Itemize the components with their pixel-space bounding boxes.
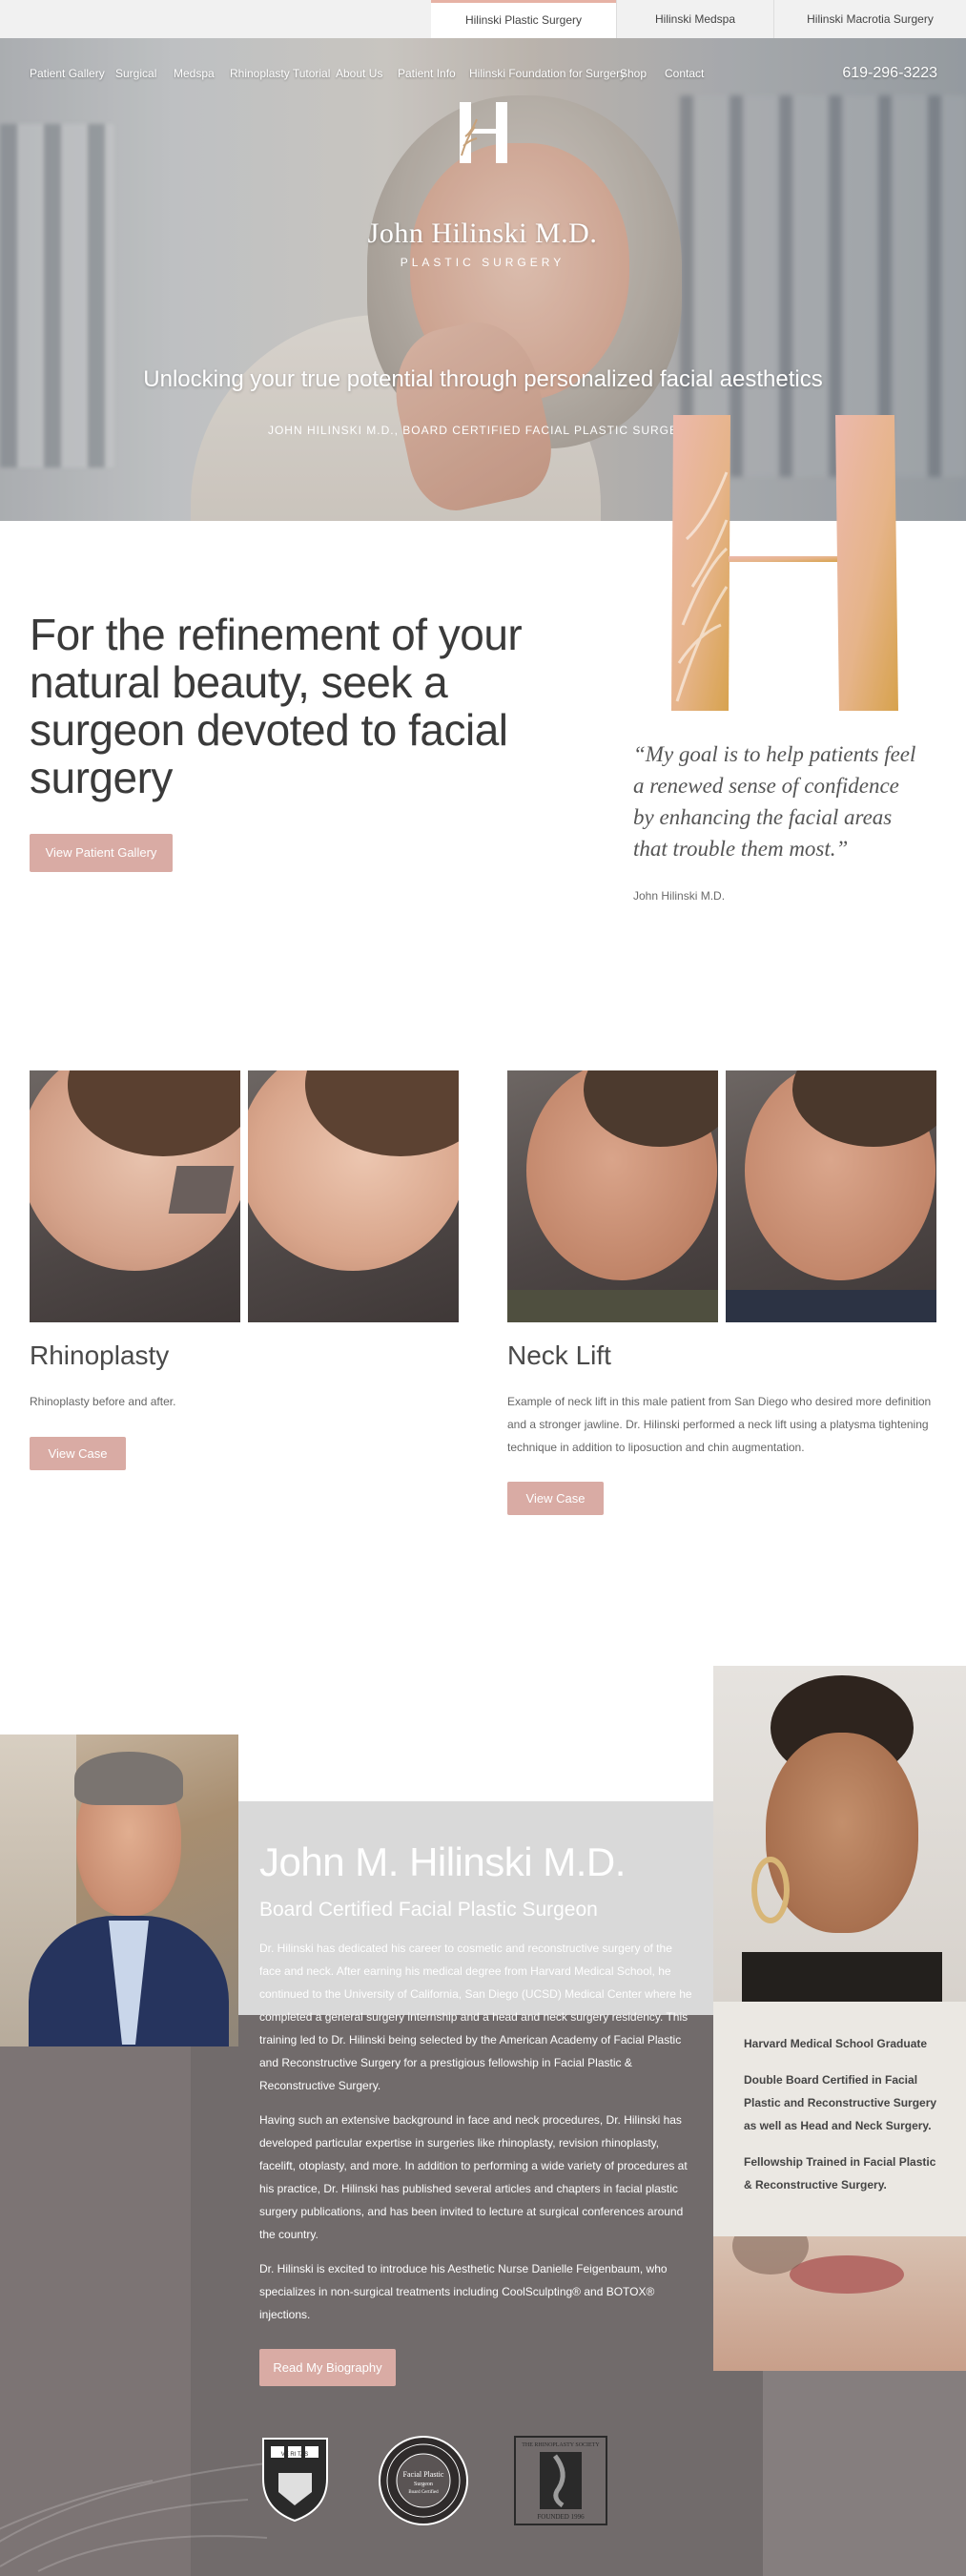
rhino-society-name: THE RHINOPLASTY SOCIETY bbox=[522, 2442, 600, 2448]
rhinoplasty-after-photo[interactable] bbox=[248, 1070, 459, 1322]
necklift-before-photo[interactable] bbox=[507, 1070, 718, 1322]
rhino-society-founded: FOUNDED 1996 bbox=[537, 2513, 585, 2521]
bio-paragraph: Dr. Hilinski has dedicated his career to… bbox=[259, 1942, 692, 2092]
site-switcher: Hilinski Plastic Surgery Hilinski Medspa… bbox=[0, 0, 966, 38]
case-description-necklift: Example of neck lift in this male patien… bbox=[507, 1395, 932, 1454]
nav-item-rhinoplasty-tutorial[interactable]: Rhinoplasty Tutorial bbox=[230, 67, 330, 80]
bio-name: John M. Hilinski M.D. bbox=[259, 1839, 626, 1884]
nav-item-surgical[interactable]: Surgical bbox=[115, 67, 156, 80]
board-certified-seal-icon: Facial Plastic Surgeon Board Certified bbox=[379, 2436, 468, 2525]
board-seal-line2: Surgeon bbox=[414, 2482, 433, 2487]
intro-heading: For the refinement of your natural beaut… bbox=[30, 610, 523, 802]
harvard-shield-icon: VE RI TAS bbox=[262, 2438, 328, 2523]
view-case-rhinoplasty-button[interactable]: View Case bbox=[30, 1437, 126, 1470]
necklift-after-photo[interactable] bbox=[726, 1070, 936, 1322]
quote-author: John Hilinski M.D. bbox=[633, 889, 726, 903]
nav-item-foundation[interactable]: Hilinski Foundation for Surgery bbox=[469, 67, 626, 80]
hero-tagline: Unlocking your true potential through pe… bbox=[143, 366, 823, 392]
rhinoplasty-before-photo[interactable] bbox=[30, 1070, 240, 1322]
case-title-necklift: Neck Lift bbox=[507, 1340, 611, 1370]
case-description-rhinoplasty: Rhinoplasty before and after. bbox=[30, 1395, 176, 1408]
bio-title: Board Certified Facial Plastic Surgeon bbox=[259, 1899, 598, 1921]
board-seal-line1: Facial Plastic bbox=[403, 2470, 444, 2479]
nav-item-patient-gallery[interactable]: Patient Gallery bbox=[30, 67, 105, 80]
case-title-rhinoplasty: Rhinoplasty bbox=[30, 1340, 170, 1370]
doctor-quote: “My goal is to help patients feel a rene… bbox=[633, 742, 916, 861]
logo-h-icon[interactable] bbox=[454, 98, 513, 167]
decorative-h-icon bbox=[671, 415, 898, 711]
nav-item-medspa[interactable]: Medspa bbox=[174, 67, 215, 80]
read-biography-button[interactable]: Read My Biography bbox=[259, 2349, 396, 2386]
board-seal-line3: Board Certified bbox=[408, 2490, 439, 2495]
site-tab-macrotia[interactable]: Hilinski Macrotia Surgery bbox=[773, 0, 966, 38]
view-case-necklift-button[interactable]: View Case bbox=[507, 1482, 604, 1515]
site-tab-medspa[interactable]: Hilinski Medspa bbox=[616, 0, 773, 38]
bio-dark-panel-right bbox=[763, 2371, 966, 2576]
bio-paragraph: Dr. Hilinski is excited to introduce his… bbox=[259, 2262, 668, 2321]
nav-item-contact[interactable]: Contact bbox=[665, 67, 704, 80]
credentials-panel: Harvard Medical School Graduate Double B… bbox=[713, 2002, 966, 2236]
rhinoplasty-society-logo-icon: THE RHINOPLASTY SOCIETY FOUNDED 1996 bbox=[514, 2436, 607, 2525]
model-portrait-top bbox=[713, 1666, 966, 2002]
nav-item-shop[interactable]: Shop bbox=[620, 67, 647, 80]
main-nav: Patient Gallery Surgical Medspa Rhinopla… bbox=[0, 38, 966, 81]
bio-paragraph: Having such an extensive background in f… bbox=[259, 2113, 688, 2241]
logo-name[interactable]: John Hilinski M.D. bbox=[292, 218, 673, 250]
model-portrait-bottom bbox=[713, 2236, 966, 2371]
credential-board-certified: Double Board Certified in Facial Plastic… bbox=[744, 2073, 937, 2132]
view-patient-gallery-button[interactable]: View Patient Gallery bbox=[30, 834, 173, 872]
credential-harvard: Harvard Medical School Graduate bbox=[744, 2037, 928, 2050]
nav-item-patient-info[interactable]: Patient Info bbox=[398, 67, 456, 80]
phone-number[interactable]: 619-296-3223 bbox=[842, 65, 937, 82]
nav-item-about-us[interactable]: About Us bbox=[336, 67, 382, 80]
site-tab-plastic-surgery[interactable]: Hilinski Plastic Surgery bbox=[431, 0, 616, 38]
doctor-portrait bbox=[0, 1735, 238, 2046]
harvard-motto: VE RI TAS bbox=[281, 2452, 308, 2458]
credential-fellowship: Fellowship Trained in Facial Plastic & R… bbox=[744, 2155, 936, 2192]
logo-subtitle: PLASTIC SURGERY bbox=[400, 256, 565, 269]
